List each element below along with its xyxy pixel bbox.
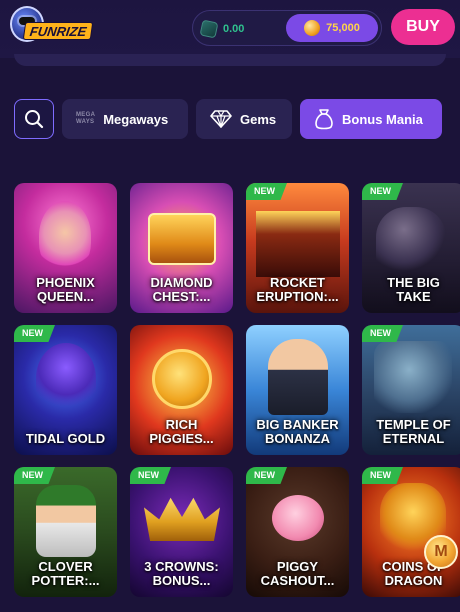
filter-bonus-mania[interactable]: Bonus Mania (300, 99, 442, 139)
game-art (256, 211, 340, 277)
promo-floating-badge[interactable]: M (424, 535, 458, 569)
game-card-piggy-cashout[interactable]: NEW PIGGY CASHOUT... (246, 467, 349, 597)
filter-megaways[interactable]: MEGA WAYS Megaways (62, 99, 188, 139)
diamond-icon (210, 110, 232, 128)
game-art (268, 339, 328, 415)
game-card-tidal-gold[interactable]: NEW TIDAL GOLD (14, 325, 117, 455)
filter-megaways-label: Megaways (103, 111, 169, 127)
app-page: FUNRIZE 0.00 75,000 BUY MEGA WAYS Megaway… (0, 0, 460, 612)
new-badge: NEW (362, 183, 403, 200)
game-title: 3 CROWNS: BONUS... (144, 559, 219, 588)
game-title: RICH PIGGIES... (149, 417, 214, 446)
game-card-temple-of-eternal[interactable]: NEW TEMPLE OF ETERNAL (362, 325, 460, 455)
game-art (374, 341, 452, 413)
search-icon (25, 110, 44, 129)
filter-gems-label: Gems (240, 111, 277, 127)
game-title: PIGGY CASHOUT... (260, 559, 335, 588)
game-art (376, 207, 446, 271)
game-title: ROCKET ERUPTION:... (256, 275, 339, 304)
game-art (148, 213, 216, 265)
money-bag-icon (315, 109, 333, 130)
filter-gems[interactable]: Gems (196, 99, 292, 139)
new-badge: NEW (246, 467, 287, 484)
game-title: CLOVER POTTER:... (31, 559, 100, 588)
game-title: TEMPLE OF ETERNAL (376, 417, 451, 446)
new-badge: NEW (362, 467, 403, 484)
entries-balance[interactable]: 0.00 (199, 19, 245, 39)
new-badge: NEW (246, 183, 287, 200)
game-art (36, 343, 96, 413)
entries-icon (199, 19, 219, 39)
game-card-the-big-take[interactable]: NEW THE BIG TAKE (362, 183, 460, 313)
game-art (36, 485, 96, 557)
game-card-rocket-eruption[interactable]: NEW ROCKET ERUPTION:... (246, 183, 349, 313)
coins-balance-value: 75,000 (326, 22, 360, 34)
game-title: DIAMOND CHEST:... (150, 275, 213, 304)
game-title: THE BIG TAKE (387, 275, 440, 304)
new-badge: NEW (362, 325, 403, 342)
game-title: TIDAL GOLD (25, 431, 106, 446)
search-button[interactable] (14, 99, 54, 139)
buy-button[interactable]: BUY (391, 9, 455, 45)
game-card-phoenix-queen[interactable]: PHOENIX QUEEN... (14, 183, 117, 313)
new-badge: NEW (14, 467, 55, 484)
funrize-logo[interactable]: FUNRIZE (8, 4, 98, 48)
balance-switcher[interactable]: 0.00 75,000 (192, 10, 382, 46)
logo-text: FUNRIZE (22, 22, 94, 40)
games-grid: PHOENIX QUEEN... DIAMOND CHEST:... NEW R… (14, 183, 460, 612)
game-card-big-banker-bonanza[interactable]: BIG BANKER BONANZA (246, 325, 349, 455)
game-art (39, 201, 91, 271)
game-card-rich-piggies[interactable]: RICH PIGGIES... (130, 325, 233, 455)
game-card-coins-of-dragon[interactable]: NEW COINS OF DRAGON (362, 467, 460, 597)
game-card-3-crowns-bonus[interactable]: NEW 3 CROWNS: BONUS... (130, 467, 233, 597)
filter-bonus-mania-label: Bonus Mania (342, 111, 423, 127)
new-badge: NEW (14, 325, 55, 342)
game-art (152, 349, 212, 409)
coins-balance[interactable]: 75,000 (286, 14, 378, 42)
top-header: FUNRIZE 0.00 75,000 BUY (0, 0, 460, 58)
banner-bottom-edge (14, 54, 446, 66)
game-art (272, 495, 324, 541)
game-title: BIG BANKER BONANZA (256, 417, 339, 446)
category-filters: MEGA WAYS Megaways Gems Bonus Mania (14, 99, 442, 139)
coin-icon (304, 20, 321, 36)
game-card-clover-potter[interactable]: NEW CLOVER POTTER:... (14, 467, 117, 597)
new-badge: NEW (130, 467, 171, 484)
game-art (144, 497, 220, 541)
entries-balance-value: 0.00 (223, 23, 245, 35)
game-card-diamond-chest[interactable]: DIAMOND CHEST:... (130, 183, 233, 313)
megaways-logo: MEGA WAYS (76, 112, 96, 125)
game-title: PHOENIX QUEEN... (36, 275, 95, 304)
